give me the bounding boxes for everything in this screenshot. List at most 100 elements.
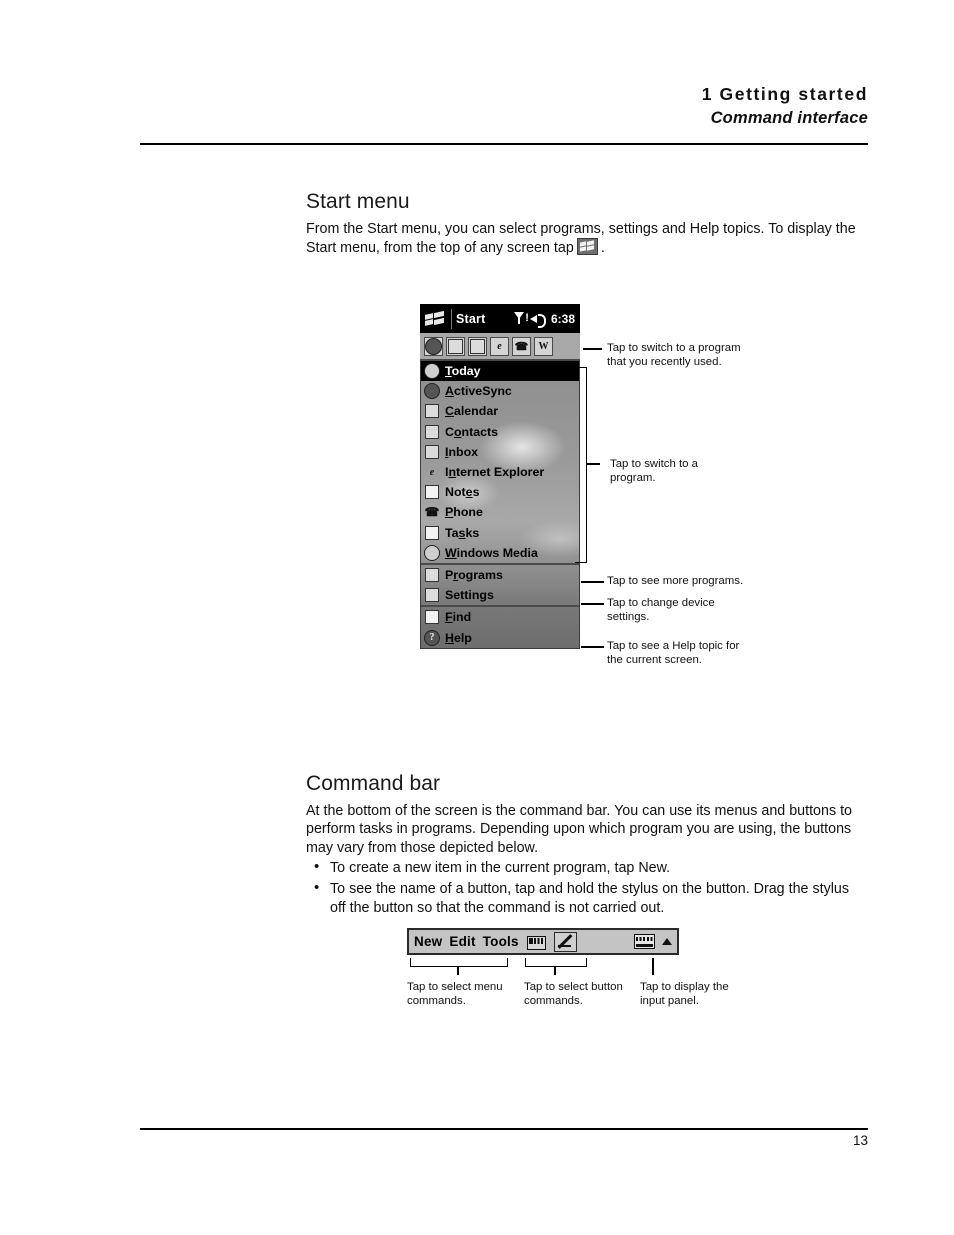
start-menu-paragraph-line2: Start menu, from the top of any screen t… (306, 240, 574, 257)
start-menu-panel: Today ActiveSync Calendar Contacts Inbox (420, 361, 580, 649)
command-bar: New Edit Tools (407, 928, 679, 955)
programs-folder-icon (424, 567, 440, 583)
menu-tools[interactable]: Tools (483, 934, 519, 949)
callout-line1: Tap to see more programs. (607, 575, 744, 587)
menu-item-label: Internet Explorer (445, 465, 545, 480)
command-bar-bullet-list: To create a new item in the current prog… (306, 858, 866, 920)
clock-label[interactable]: 6:38 (551, 312, 575, 326)
callout-leader-help (581, 646, 604, 648)
header-section: Command interface (710, 109, 868, 127)
windows-flag-icon[interactable] (424, 310, 446, 327)
pencil-icon (557, 934, 572, 949)
menu-commands-caption: Tap to select menu commands. (407, 980, 519, 1008)
menu-item-help[interactable]: ? Help (421, 627, 579, 647)
menu-item-inbox[interactable]: Inbox (421, 442, 579, 462)
menu-item-label: Programs (445, 567, 503, 582)
callout-bracket-programs (575, 367, 587, 563)
windows-media-icon (424, 544, 440, 561)
caption-line2: input panel. (640, 995, 699, 1008)
caption-stem-menus (457, 966, 459, 975)
draw-button[interactable] (553, 931, 577, 952)
caption-stem-buttons (554, 966, 556, 975)
menu-item-label: Windows Media (445, 545, 538, 560)
pda-title-bar: Start ! 6:38 (420, 304, 580, 333)
callout-leader-settings (581, 603, 604, 605)
start-label[interactable]: Start (451, 308, 485, 329)
find-icon (424, 609, 440, 625)
menu-item-label: Help (445, 630, 472, 645)
list-item: To see the name of a button, tap and hol… (306, 879, 866, 917)
menu-item-today[interactable]: Today (421, 361, 579, 382)
recent-contacts-icon[interactable] (468, 336, 487, 356)
callout-line1: Tap to switch to a (610, 458, 699, 470)
footer-divider (140, 1128, 868, 1130)
menu-item-internet-explorer[interactable]: e Internet Explorer (421, 462, 579, 482)
running-header: 1 Getting started Command interface (140, 84, 868, 128)
menu-item-activesync[interactable]: ActiveSync (421, 381, 579, 401)
callout-line1: Tap to change device (607, 597, 715, 609)
menu-item-label: ActiveSync (445, 384, 512, 399)
paragraph-button[interactable] (525, 932, 547, 951)
internet-explorer-icon: e (429, 466, 435, 478)
recent-activesync-icon[interactable] (424, 336, 443, 356)
menu-item-phone[interactable]: ☎ Phone (421, 502, 579, 522)
signal-bars-icon[interactable]: ! (513, 312, 529, 325)
page-number: 13 (852, 1133, 868, 1148)
menu-item-label: Tasks (445, 525, 480, 540)
menu-item-windows-media[interactable]: Windows Media (421, 543, 579, 563)
button-commands-caption: Tap to select button commands. (524, 980, 639, 1008)
menu-item-calendar[interactable]: Calendar (421, 401, 579, 421)
menu-item-contacts[interactable]: Contacts (421, 422, 579, 442)
help-icon: ? (424, 629, 440, 646)
menu-item-label: Contacts (445, 424, 499, 439)
programs-callout: Tap to see more programs. (607, 574, 777, 588)
recent-programs-callout: Tap to switch to a program that you rece… (607, 341, 777, 370)
recent-internet-explorer-icon[interactable]: e (490, 336, 509, 356)
settings-callout: Tap to change device settings. (607, 596, 777, 625)
callout-leader-programs (581, 581, 604, 583)
menu-item-settings[interactable]: Settings (421, 585, 579, 605)
start-menu-screenshot: Start ! 6:38 e ☎ W Today ActiveSync Cale… (420, 304, 580, 649)
callout-line2: the current screen. (607, 654, 702, 667)
inbox-icon (424, 444, 440, 460)
menu-item-label: Calendar (445, 404, 499, 419)
notes-icon (424, 484, 440, 500)
start-menu-list: Today ActiveSync Calendar Contacts Inbox (421, 361, 579, 648)
start-menu-paragraph-line1: From the Start menu, you can select prog… (306, 221, 856, 237)
caption-line2: commands. (407, 995, 466, 1008)
callout-line1: Tap to switch to a program (607, 342, 741, 354)
start-menu-paragraph-period: . (600, 240, 605, 257)
contacts-icon (424, 424, 440, 440)
menu-item-find[interactable]: Find (421, 607, 579, 627)
menu-item-tasks[interactable]: Tasks (421, 523, 579, 543)
phone-icon: ☎ (424, 504, 440, 519)
switch-program-callout: Tap to switch to a program. (610, 457, 760, 486)
document-page: 1 Getting started Command interface Star… (0, 0, 954, 1235)
keyboard-icon[interactable] (634, 934, 655, 949)
recent-calendar-icon[interactable] (446, 336, 465, 356)
recent-word-icon[interactable]: W (534, 336, 553, 356)
command-bar-screenshot: New Edit Tools Tap to select menu comman… (407, 928, 729, 1007)
windows-flag-icon (576, 238, 598, 256)
callout-leader-switch (586, 463, 600, 465)
callout-line2: program. (610, 472, 656, 485)
up-arrow-icon[interactable] (662, 938, 672, 945)
menu-item-programs[interactable]: Programs (421, 565, 579, 585)
input-panel-caption: Tap to display the input panel. (640, 980, 755, 1008)
caption-bracket-buttons (525, 958, 587, 967)
caption-line1: Tap to select menu (407, 981, 503, 993)
menu-item-label: Find (445, 610, 472, 625)
recent-phone-icon[interactable]: ☎ (512, 336, 531, 356)
activesync-icon (424, 383, 440, 400)
menu-item-label: Inbox (445, 444, 479, 459)
recent-programs-bar: e ☎ W (420, 333, 580, 361)
command-bar-paragraph: At the bottom of the screen is the comma… (306, 803, 852, 856)
callout-line2: settings. (607, 611, 650, 624)
callout-leader-recent (583, 348, 602, 350)
menu-edit[interactable]: Edit (449, 934, 475, 949)
menu-item-notes[interactable]: Notes (421, 482, 579, 502)
speaker-icon[interactable] (529, 313, 546, 328)
callout-line2: that you recently used. (607, 356, 722, 369)
menu-new[interactable]: New (414, 934, 442, 949)
header-divider (140, 143, 868, 145)
